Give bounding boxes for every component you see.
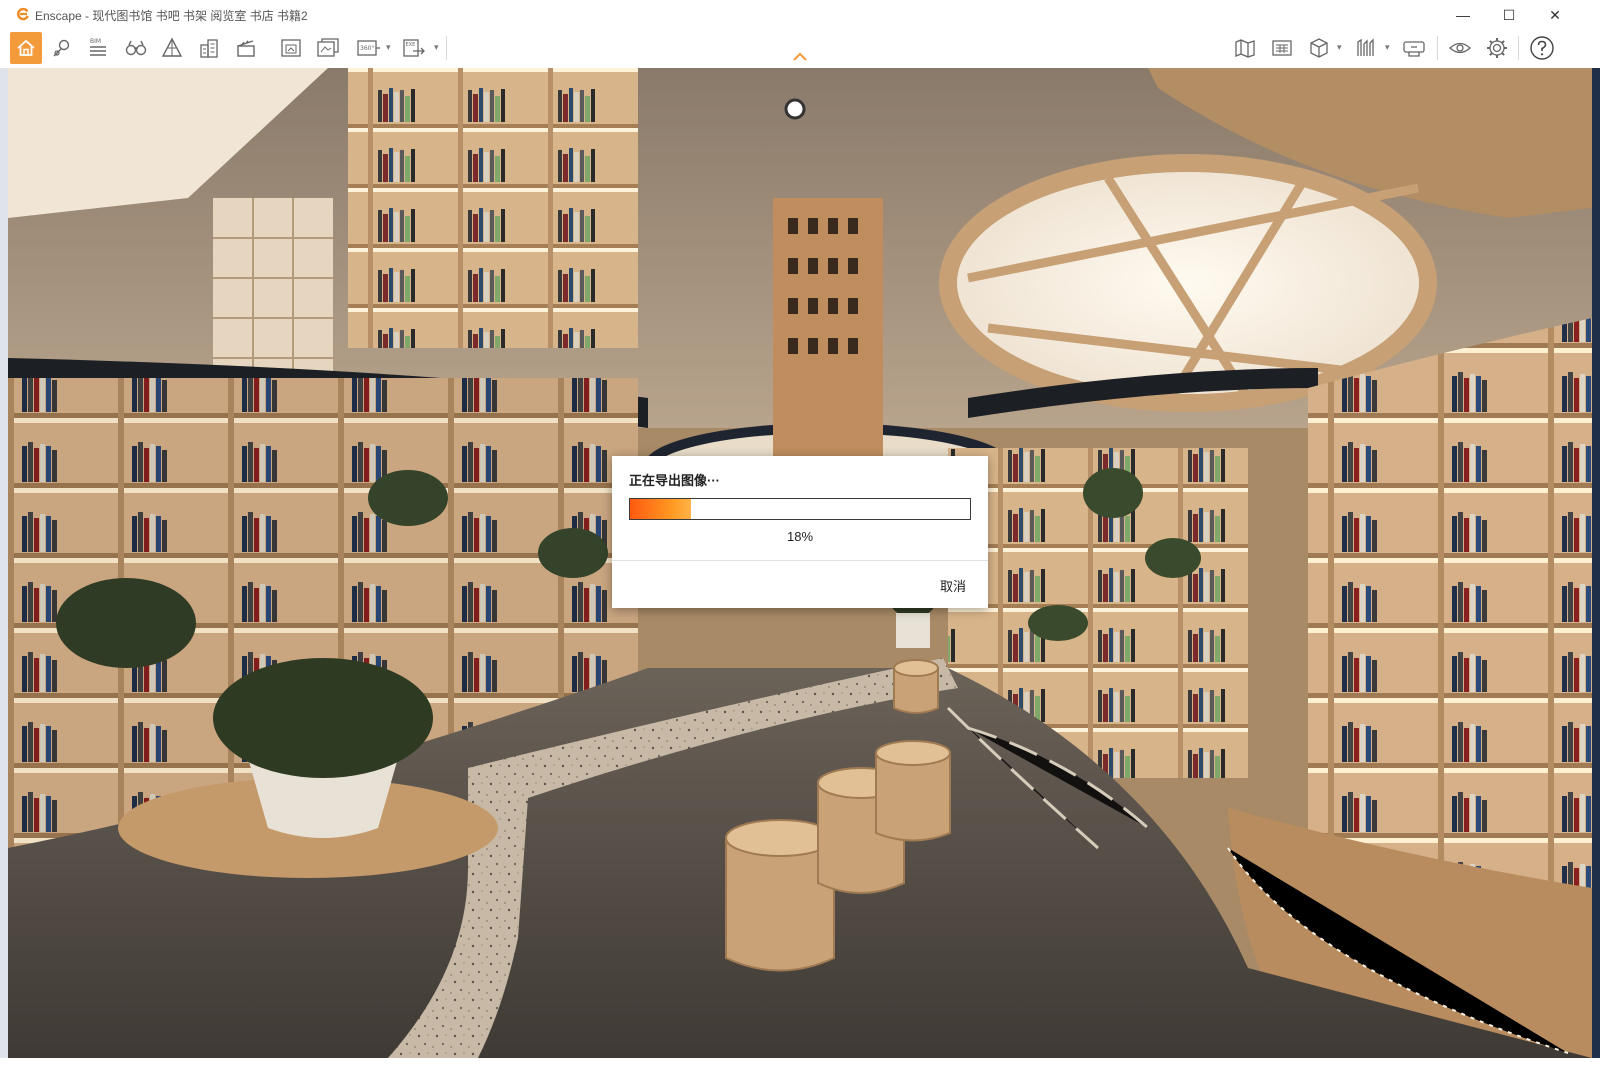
- views-icon[interactable]: [1350, 32, 1382, 64]
- panorama-360-icon[interactable]: 360°: [352, 32, 384, 64]
- chevron-down-icon[interactable]: ▾: [1337, 42, 1342, 53]
- progress-bar: [629, 498, 971, 520]
- help-icon[interactable]: [1526, 32, 1558, 64]
- progress-percent: 18%: [786, 529, 814, 544]
- toolbar: BIM 360° ▾ EXE ▾ ▾ ▾: [0, 28, 1600, 68]
- background-desktop: [0, 68, 8, 1058]
- minimize-button[interactable]: —: [1440, 0, 1486, 30]
- progress-bar-fill: [630, 499, 692, 519]
- chevron-down-icon[interactable]: ▾: [1385, 42, 1390, 53]
- toolbar-divider: [446, 36, 447, 60]
- cancel-button[interactable]: 取消: [940, 576, 966, 595]
- window-title: Enscape - 现代图书馆 书吧 书架 阅览室 书店 书籍2: [35, 9, 308, 23]
- enscape-logo-icon: [17, 7, 29, 21]
- home-icon[interactable]: [10, 32, 42, 64]
- asset-library-icon[interactable]: [1266, 32, 1298, 64]
- batch-render-icon[interactable]: [312, 32, 344, 64]
- dialog-title: 正在导出图像···: [629, 473, 720, 488]
- bim-icon[interactable]: BIM: [82, 32, 114, 64]
- dialog-divider: [612, 560, 988, 561]
- binoculars-icon[interactable]: [120, 32, 152, 64]
- screenshot-icon[interactable]: [275, 32, 307, 64]
- maximize-button[interactable]: ☐: [1486, 0, 1532, 30]
- export-progress-dialog: 正在导出图像··· 18% 取消: [612, 456, 988, 608]
- perspective-icon[interactable]: [156, 32, 188, 64]
- enscape-window: Enscape - 现代图书馆 书吧 书架 阅览室 书店 书籍2 — ☐ ✕ B…: [0, 0, 1600, 1069]
- map-pin-icon[interactable]: [46, 32, 78, 64]
- export-exe-icon[interactable]: EXE: [398, 32, 430, 64]
- bim-icon-label: BIM: [90, 38, 101, 45]
- vr-headset-icon[interactable]: [1398, 32, 1430, 64]
- background-desktop: [1592, 68, 1600, 1058]
- panorama-icon-label: 360°: [360, 45, 374, 52]
- close-button[interactable]: ✕: [1532, 0, 1578, 30]
- exe-icon-label: EXE: [406, 42, 416, 48]
- title-bar: Enscape - 现代图书馆 书吧 书架 阅览室 书店 书籍2 — ☐ ✕: [0, 0, 1600, 30]
- clapper-icon[interactable]: [230, 32, 262, 64]
- eye-icon[interactable]: [1444, 32, 1476, 64]
- buildings-icon[interactable]: [193, 32, 225, 64]
- cube-icon[interactable]: [1303, 32, 1335, 64]
- gear-icon[interactable]: [1481, 32, 1513, 64]
- chevron-down-icon[interactable]: ▾: [386, 42, 391, 53]
- toolbar-divider: [1518, 36, 1519, 60]
- map-icon[interactable]: [1229, 32, 1261, 64]
- window-bottom-border: [0, 1058, 1600, 1069]
- toolbar-divider: [1437, 36, 1438, 60]
- chevron-down-icon[interactable]: ▾: [434, 42, 439, 53]
- collapse-toolbar-icon[interactable]: [792, 52, 808, 62]
